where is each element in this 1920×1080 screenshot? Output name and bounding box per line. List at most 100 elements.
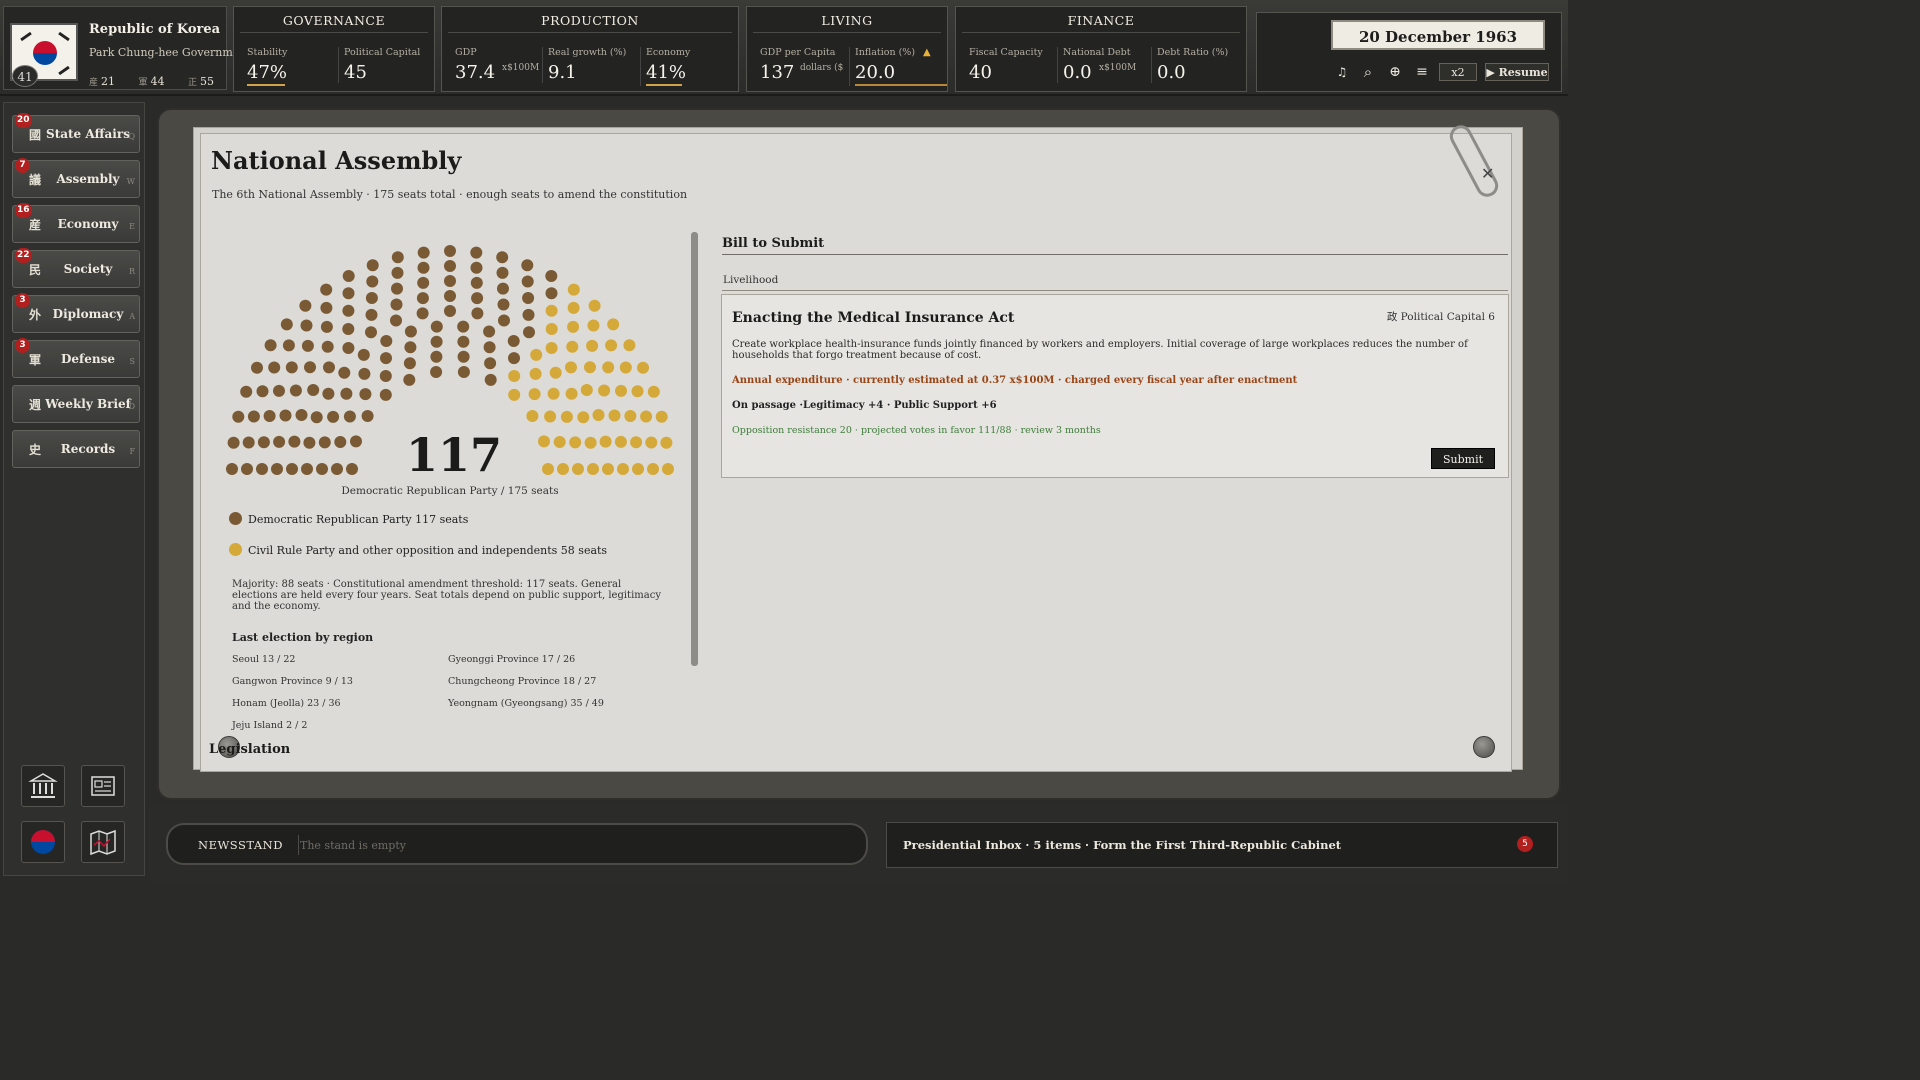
- stat-value: 55: [200, 75, 215, 88]
- speed-button[interactable]: x2: [1439, 63, 1477, 81]
- current-date: 20 December 1963: [1331, 20, 1545, 50]
- seat-ruling: [391, 282, 403, 295]
- seat-ruling: [361, 410, 374, 422]
- newsstand[interactable]: NEWSSTAND The stand is empty: [166, 823, 868, 865]
- taeguk-icon[interactable]: [21, 821, 65, 863]
- resume-button[interactable]: ▶ Resume: [1485, 63, 1549, 81]
- majority-caption: Democratic Republican Party / 175 seats: [341, 485, 559, 497]
- seat-ruling: [359, 388, 372, 401]
- national-debt-metric[interactable]: National Debt 0.0 x$100M: [1057, 47, 1136, 83]
- debt-ratio-value: 0.0: [1157, 62, 1186, 83]
- seat-ruling: [342, 287, 355, 300]
- seat-ruling: [496, 266, 509, 279]
- search-icon[interactable]: ⌕: [1359, 63, 1377, 81]
- newspaper-icon[interactable]: [81, 765, 125, 807]
- seat-opposition: [549, 366, 562, 379]
- settings-icon[interactable]: ⊕: [1386, 63, 1404, 81]
- seat-ruling: [403, 373, 416, 386]
- nav-state-affairs[interactable]: 20 國 State Affairs Q: [12, 113, 140, 153]
- newsstand-label: NEWSSTAND: [198, 838, 283, 852]
- seat-ruling: [391, 251, 404, 264]
- gdp-metric[interactable]: GDP 37.4 x$100M: [455, 47, 539, 83]
- bill-title: Enacting the Medical Insurance Act: [732, 310, 1015, 326]
- debt-ratio-metric[interactable]: Debt Ratio (%) 0.0: [1151, 47, 1228, 83]
- seat-ruling: [320, 301, 333, 314]
- seat-ruling: [430, 350, 443, 363]
- political-capital-metric[interactable]: Political Capital 45: [338, 47, 420, 83]
- seat-ruling: [444, 290, 456, 302]
- close-icon[interactable]: ✕: [1481, 164, 1494, 183]
- government-building-icon[interactable]: [21, 765, 65, 807]
- seat-opposition: [569, 436, 582, 449]
- seat-opposition: [567, 301, 580, 314]
- nav-assembly[interactable]: 7 議 Assembly W: [12, 158, 140, 198]
- stability-metric[interactable]: Stability 47%: [247, 47, 287, 86]
- seat-opposition: [567, 283, 580, 296]
- growth-metric[interactable]: Real growth (%) 9.1: [542, 47, 626, 83]
- nav-economy[interactable]: 16 産 Economy E: [12, 203, 140, 243]
- presidential-inbox[interactable]: Presidential Inbox · 5 items · Form the …: [886, 822, 1558, 868]
- seat-ruling: [379, 370, 392, 382]
- scrollbar[interactable]: [691, 232, 698, 666]
- seat-ruling: [444, 305, 456, 317]
- seat-ruling: [471, 292, 484, 305]
- seat-ruling: [403, 357, 416, 370]
- finance-panel[interactable]: FINANCE Fiscal Capacity 40 National Debt…: [955, 6, 1247, 92]
- seat-opposition: [640, 410, 653, 423]
- living-title: LIVING: [753, 7, 941, 33]
- seat-ruling: [430, 335, 443, 348]
- seat-ruling: [279, 409, 292, 422]
- seat-opposition: [560, 410, 573, 423]
- national-debt-label: National Debt: [1063, 47, 1131, 58]
- notification-badge: 3: [15, 293, 30, 308]
- gdp-per-capita-metric[interactable]: GDP per Capita 137 dollars ($: [760, 47, 843, 83]
- music-icon[interactable]: ♫: [1333, 63, 1351, 81]
- governance-panel[interactable]: GOVERNANCE Stability 47% Political Capit…: [233, 6, 435, 92]
- nav-defense[interactable]: 3 軍 Defense S: [12, 338, 140, 378]
- seat-ruling: [300, 319, 313, 332]
- nation-panel[interactable]: 41 Republic of Korea Park Chung-hee Gove…: [3, 6, 251, 90]
- nav-weekly-brief[interactable]: 週 Weekly Brief D: [12, 385, 140, 423]
- production-panel[interactable]: PRODUCTION GDP 37.4 x$100M Real growth (…: [441, 6, 739, 92]
- economy-metric[interactable]: Economy 41%: [640, 47, 690, 86]
- page-subtitle: The 6th National Assembly · 175 seats to…: [212, 188, 688, 201]
- fiscal-capacity-metric[interactable]: Fiscal Capacity 40: [969, 47, 1043, 83]
- seat-ruling: [240, 385, 253, 398]
- seat-ruling: [470, 261, 483, 274]
- nav-records[interactable]: 史 Records F: [12, 430, 140, 468]
- seat-ruling: [470, 246, 483, 259]
- seat-opposition: [567, 320, 580, 333]
- seat-ruling: [497, 298, 510, 311]
- seat-opposition: [557, 463, 569, 475]
- seat-ruling: [457, 335, 470, 348]
- nav-label: Records: [60, 442, 116, 456]
- nav-society[interactable]: 22 民 Society R: [12, 248, 140, 288]
- production-title: PRODUCTION: [448, 7, 732, 33]
- divider: [722, 290, 1508, 291]
- seat-ruling: [545, 270, 558, 282]
- inbox-text: Presidential Inbox · 5 items · Form the …: [903, 838, 1342, 852]
- bill-card[interactable]: Enacting the Medical Insurance Act 政 Pol…: [721, 294, 1509, 478]
- region-result: Gyeonggi Province 17 / 26: [448, 654, 576, 665]
- stat-key: 正: [188, 78, 198, 88]
- inflation-metric[interactable]: Inflation (%) ▲ 20.0: [849, 47, 947, 86]
- region-result: Gangwon Province 9 / 13: [232, 676, 353, 687]
- nation-name: Republic of Korea: [89, 22, 221, 37]
- nav-label: Weekly Brief: [45, 397, 131, 411]
- submit-button[interactable]: Submit: [1431, 448, 1495, 469]
- political-capital-label: Political Capital: [344, 47, 421, 58]
- bill-description: Create workplace health-insurance funds …: [732, 339, 1468, 361]
- seat-ruling: [522, 292, 535, 304]
- menu-icon[interactable]: ≡: [1413, 63, 1431, 81]
- seat-ruling: [522, 308, 535, 321]
- fiscal-capacity-value: 40: [969, 62, 992, 83]
- seat-opposition: [619, 361, 632, 374]
- notification-badge: 7: [15, 158, 30, 173]
- gdp-per-capita-unit: dollars ($: [800, 63, 844, 73]
- seat-ruling: [288, 435, 301, 448]
- seat-ruling: [299, 299, 312, 312]
- living-panel[interactable]: LIVING GDP per Capita 137 dollars ($ Inf…: [746, 6, 948, 92]
- fiscal-capacity-label: Fiscal Capacity: [969, 47, 1043, 58]
- nav-diplomacy[interactable]: 3 外 Diplomacy A: [12, 293, 140, 333]
- map-icon[interactable]: [81, 821, 125, 863]
